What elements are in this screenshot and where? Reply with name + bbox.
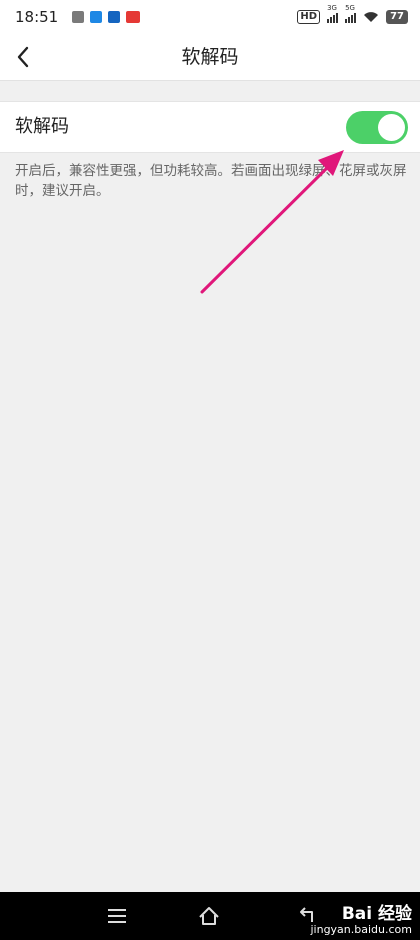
translate-notification-icon: [90, 11, 103, 23]
setting-label: 软解码: [15, 116, 69, 137]
notification-icons: [72, 11, 141, 23]
app-notification-icon: [108, 11, 121, 23]
home-icon[interactable]: [196, 904, 222, 928]
gallery-notification-icon: [72, 11, 85, 23]
toggle-knob: [378, 114, 405, 141]
watermark-logo: Bai 经验: [341, 904, 412, 924]
system-navigation-bar: Bai 经验 jingyan.baidu.com: [0, 892, 420, 940]
hd-voice-badge: HD: [297, 10, 321, 24]
news-notification-icon: [126, 11, 141, 23]
baidu-jingyan-watermark: Bai 经验 jingyan.baidu.com: [310, 905, 412, 936]
status-time: 18:51: [15, 8, 59, 26]
menu-icon[interactable]: [104, 904, 130, 928]
signal-3g-icon: 3G: [327, 4, 339, 23]
signal-5g-icon: 5G: [345, 4, 357, 23]
setting-description: 开启后，兼容性更强，但功耗较高。若画面出现绿屏、花屏或灰屏时，建议开启。: [15, 163, 407, 199]
status-indicators: HD 3G 5G 77: [297, 4, 408, 24]
header-bar: 软解码: [0, 34, 420, 81]
page-title: 软解码: [181, 46, 239, 68]
battery-indicator: 77: [386, 10, 408, 24]
watermark-url: jingyan.baidu.com: [310, 923, 412, 936]
soft-decode-toggle[interactable]: [346, 111, 408, 144]
status-bar: 18:51 HD 3G 5G 77: [0, 0, 420, 34]
wifi-icon: [364, 12, 379, 22]
soft-decode-setting-row: 软解码: [0, 101, 420, 153]
